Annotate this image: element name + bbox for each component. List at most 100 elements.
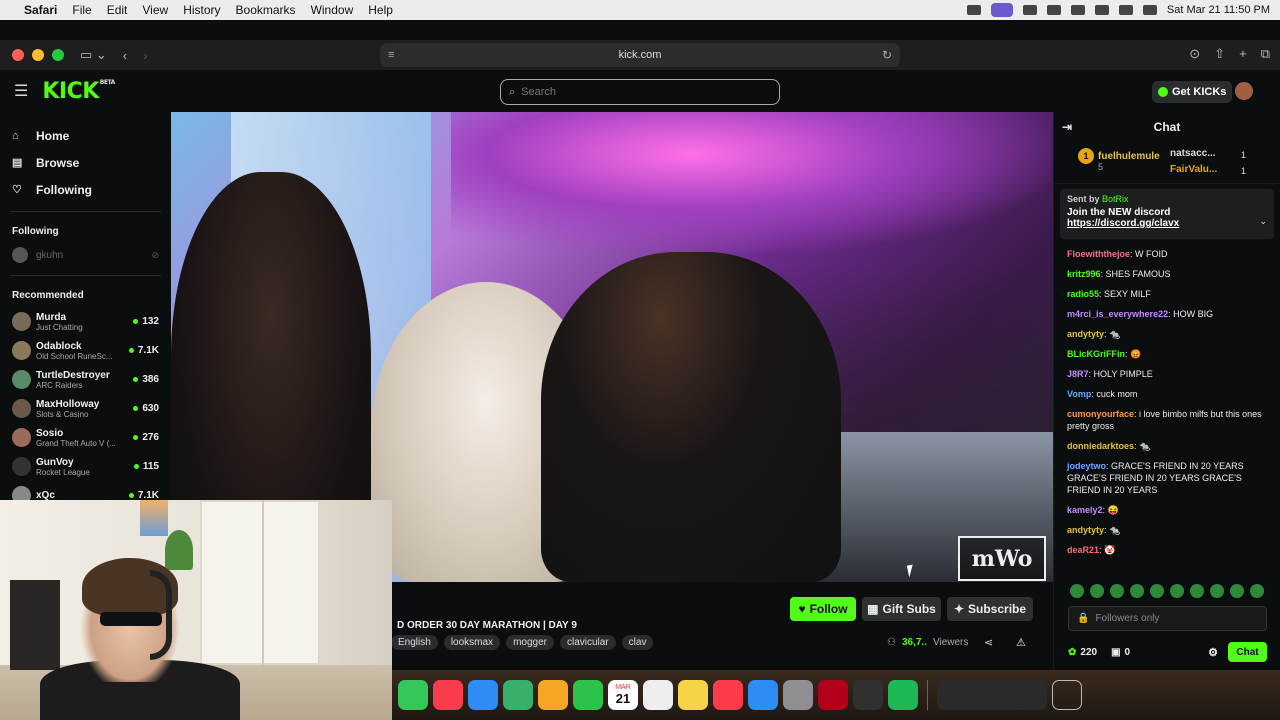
zoom-window-button[interactable]	[52, 49, 64, 61]
notes-icon[interactable]	[678, 680, 708, 710]
messages-icon[interactable]	[398, 680, 428, 710]
menu-window[interactable]: Window	[311, 3, 354, 17]
chat-username[interactable]: radio55	[1067, 289, 1099, 299]
emote-icon[interactable]	[1070, 584, 1084, 598]
facetime-icon[interactable]	[573, 680, 603, 710]
acrobat-icon[interactable]	[818, 680, 848, 710]
menu-app-name[interactable]: Safari	[24, 3, 57, 17]
trash-icon[interactable]	[1052, 680, 1082, 710]
gear-icon[interactable]: ⚙	[1208, 646, 1218, 659]
chat-username[interactable]: Floewiththejoe	[1067, 249, 1130, 259]
search-spotlight-icon[interactable]	[1118, 5, 1133, 15]
search-box[interactable]: ⌕	[500, 79, 780, 105]
kick-logo[interactable]: KICKBETA	[42, 79, 115, 104]
news-icon[interactable]	[713, 680, 743, 710]
nav-browse[interactable]: ▤ Browse	[0, 149, 171, 176]
tag-chip[interactable]: clav	[621, 635, 654, 650]
finder-window-icon[interactable]	[937, 680, 1047, 710]
get-kicks-button[interactable]: Get KICKs	[1152, 81, 1233, 103]
app-store-icon[interactable]	[748, 680, 778, 710]
menu-file[interactable]: File	[72, 3, 91, 17]
chat-username[interactable]: m4rci_is_everywhere22	[1067, 309, 1168, 319]
share-icon[interactable]: ⋖	[984, 636, 993, 649]
chat-username[interactable]: donniedarktoes	[1067, 441, 1134, 451]
emote-icon[interactable]	[1190, 584, 1204, 598]
pinned-link[interactable]: https://discord.gg/clavx	[1067, 218, 1267, 229]
chat-input[interactable]: 🔒 Followers only	[1068, 606, 1267, 631]
report-icon[interactable]: ⚠	[1016, 636, 1026, 649]
chat-username[interactable]: BLicKGriFFin	[1067, 349, 1125, 359]
chat-username[interactable]: Vomp	[1067, 389, 1091, 399]
chat-send-button[interactable]: Chat	[1228, 642, 1267, 662]
menu-help[interactable]: Help	[368, 3, 393, 17]
emote-icon[interactable]	[1110, 584, 1124, 598]
recommended-channel[interactable]: Odablock Old School RuneSc... 7.1K	[0, 336, 171, 365]
photos-icon[interactable]	[538, 680, 568, 710]
recommended-channel[interactable]: TurtleDestroyer ARC Raiders 386	[0, 365, 171, 394]
chat-username[interactable]: deaR21	[1067, 545, 1099, 555]
tab-overview-icon[interactable]: ⧉	[1261, 46, 1270, 62]
leader-name[interactable]: natsacc...	[1170, 146, 1217, 162]
recommended-channel[interactable]: GunVoy Rocket League 115	[0, 452, 171, 481]
chat-username[interactable]: andytyty	[1067, 329, 1104, 339]
status-icon[interactable]	[966, 5, 981, 15]
pinned-message[interactable]: Sent by BotRix Join the NEW discord http…	[1060, 189, 1274, 239]
chevron-down-icon[interactable]: ⌄	[1259, 216, 1267, 227]
gift-subs-button[interactable]: ▦ Gift Subs	[862, 597, 941, 621]
gift-count-display[interactable]: ▣ 0	[1111, 647, 1130, 658]
downloads-icon[interactable]: ⊙	[1189, 46, 1200, 62]
user-avatar[interactable]	[1235, 82, 1253, 100]
forward-icon[interactable]: ›	[143, 48, 147, 63]
emote-icon[interactable]	[1230, 584, 1244, 598]
recommended-channel[interactable]: Murda Just Chatting 132	[0, 307, 171, 336]
wifi-icon[interactable]	[1094, 5, 1109, 15]
nav-following[interactable]: ♡ Following	[0, 176, 171, 203]
mail-icon[interactable]	[468, 680, 498, 710]
bluetooth-icon[interactable]	[1046, 5, 1061, 15]
new-tab-icon[interactable]: +	[1239, 46, 1247, 62]
follow-button[interactable]: ♥ Follow	[790, 597, 856, 621]
chat-username[interactable]: andytyty	[1067, 525, 1104, 535]
menu-edit[interactable]: Edit	[107, 3, 128, 17]
maps-icon[interactable]	[503, 680, 533, 710]
emote-icon[interactable]	[1170, 584, 1184, 598]
calendar-icon[interactable]: MAR 21	[608, 680, 638, 710]
minimize-window-button[interactable]	[32, 49, 44, 61]
chat-username[interactable]: J8R7	[1067, 369, 1089, 379]
emote-icon[interactable]	[1150, 584, 1164, 598]
tag-chip[interactable]: mogger	[506, 635, 554, 650]
spotify-icon[interactable]	[888, 680, 918, 710]
chat-username[interactable]: kritz996	[1067, 269, 1101, 279]
battery-icon[interactable]	[1070, 5, 1085, 15]
search-input[interactable]	[521, 86, 762, 98]
recommended-channel[interactable]: Sosio Grand Theft Auto V (... 276	[0, 423, 171, 452]
subscribe-button[interactable]: ✦ Subscribe	[947, 597, 1033, 621]
obs-icon[interactable]	[853, 680, 883, 710]
leader-name[interactable]: FairValu...	[1170, 162, 1217, 178]
chat-username[interactable]: cumonyourface	[1067, 409, 1134, 419]
menubar-clock[interactable]: Sat Mar 21 11:50 PM	[1167, 4, 1270, 16]
chat-username[interactable]: jodeytwo	[1067, 461, 1106, 471]
menu-view[interactable]: View	[142, 3, 168, 17]
reminders-icon[interactable]	[643, 680, 673, 710]
sidebar-toggle-icon[interactable]: ▭ ⌄	[80, 47, 107, 63]
menu-bookmarks[interactable]: Bookmarks	[236, 3, 296, 17]
reload-icon[interactable]: ↻	[882, 48, 892, 62]
leaderboard-top[interactable]: 1 fuelhulemule 5	[1078, 148, 1160, 172]
emote-icon[interactable]	[1090, 584, 1104, 598]
settings-icon[interactable]	[783, 680, 813, 710]
address-bar[interactable]: ≡ kick.com ↻	[380, 43, 900, 67]
share-icon[interactable]: ⇧	[1214, 46, 1225, 62]
tag-chip[interactable]: clavicular	[559, 635, 616, 650]
emote-icon[interactable]	[1250, 584, 1264, 598]
chat-username[interactable]: kamely2	[1067, 505, 1103, 515]
play-icon[interactable]	[1022, 5, 1037, 15]
page-menu-icon[interactable]: ≡	[388, 49, 394, 61]
following-item[interactable]: gkuhn ⊘	[0, 243, 171, 267]
recommended-channel[interactable]: MaxHolloway Slots & Casino 630	[0, 394, 171, 423]
music-icon[interactable]	[433, 680, 463, 710]
tag-chip[interactable]: English	[391, 635, 438, 650]
hamburger-menu-icon[interactable]: ☰	[14, 81, 28, 101]
emote-icon[interactable]	[1210, 584, 1224, 598]
siri-icon[interactable]	[1142, 5, 1157, 15]
